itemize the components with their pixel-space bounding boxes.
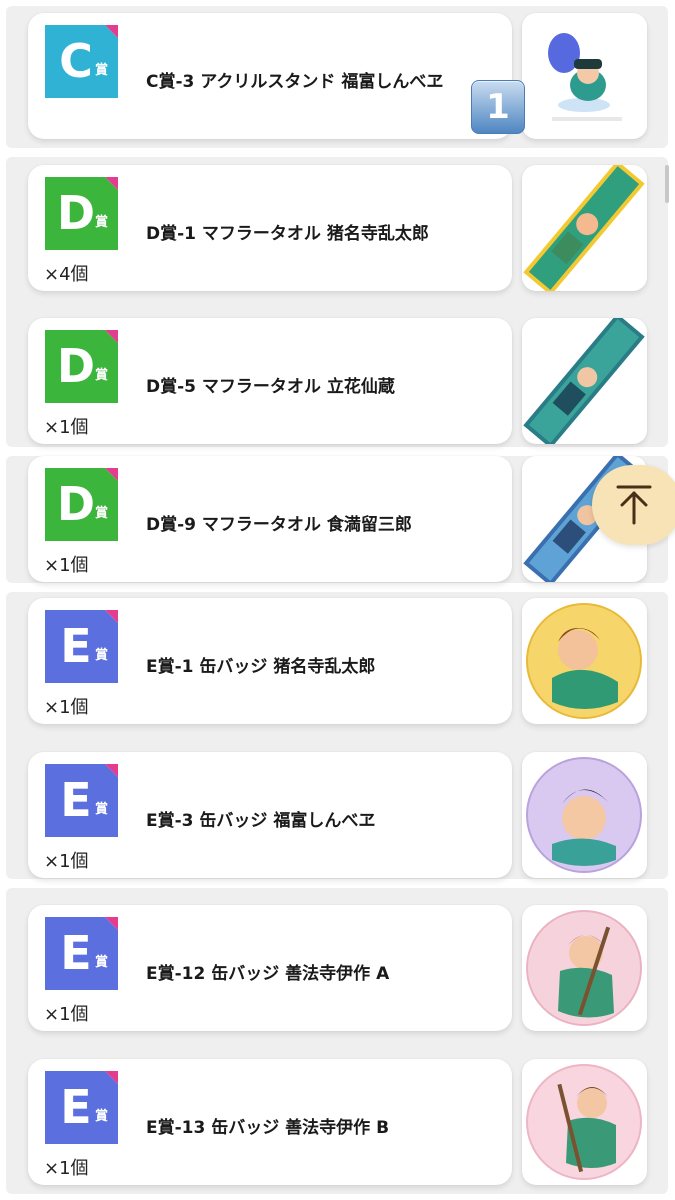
prize-item-card[interactable]: D 賞 D賞-5 マフラータオル 立花仙蔵 ×1個 xyxy=(28,318,512,444)
grade-d-badge-icon: D 賞 xyxy=(45,177,118,250)
prize-item-card[interactable]: D 賞 D賞-9 マフラータオル 食満留三郎 ×1個 xyxy=(28,456,512,582)
item-quantity: ×4個 xyxy=(44,264,89,285)
item-title: D賞-5 マフラータオル 立花仙蔵 xyxy=(146,377,395,397)
muffler-towel-image[interactable] xyxy=(522,318,647,444)
item-quantity: ×1個 xyxy=(44,417,89,438)
grade-e-badge-icon: E 賞 xyxy=(45,610,118,683)
item-quantity: ×1個 xyxy=(44,555,89,576)
number-one-marker-icon: 1 xyxy=(471,80,525,134)
item-quantity: ×1個 xyxy=(44,1004,89,1025)
arrow-up-to-top-icon xyxy=(616,485,652,525)
item-quantity: ×1個 xyxy=(44,851,89,872)
item-quantity: ×1個 xyxy=(44,1158,89,1179)
prize-item-card[interactable]: E 賞 E賞-3 缶バッジ 福富しんべヱ ×1個 xyxy=(28,752,512,878)
prize-item-card[interactable]: C 賞 C賞-3 アクリルスタンド 福富しんべヱ xyxy=(28,13,512,139)
item-title: E賞-12 缶バッジ 善法寺伊作 A xyxy=(146,964,390,984)
grade-d-badge-icon: D 賞 xyxy=(45,330,118,403)
prize-item-card[interactable]: E 賞 E賞-13 缶バッジ 善法寺伊作 B ×1個 xyxy=(28,1059,512,1185)
can-badge-image[interactable] xyxy=(522,1059,647,1185)
grade-c-badge-icon: C 賞 xyxy=(45,25,118,98)
prize-item-card[interactable]: E 賞 E賞-12 缶バッジ 善法寺伊作 A ×1個 xyxy=(28,905,512,1031)
can-badge-image[interactable] xyxy=(522,905,647,1031)
grade-d-badge-icon: D 賞 xyxy=(45,468,118,541)
scrollbar[interactable] xyxy=(665,165,669,203)
item-quantity: ×1個 xyxy=(44,697,89,718)
scroll-to-top-button[interactable] xyxy=(592,465,675,545)
item-title: E賞-3 缶バッジ 福富しんべヱ xyxy=(146,811,376,831)
item-title: C賞-3 アクリルスタンド 福富しんべヱ xyxy=(146,72,444,92)
can-badge-image[interactable] xyxy=(522,752,647,878)
item-title: D賞-1 マフラータオル 猪名寺乱太郎 xyxy=(146,224,429,244)
grade-e-badge-icon: E 賞 xyxy=(45,1071,118,1144)
grade-e-badge-icon: E 賞 xyxy=(45,917,118,990)
prize-item-card[interactable]: E 賞 E賞-1 缶バッジ 猪名寺乱太郎 ×1個 xyxy=(28,598,512,724)
prize-item-card[interactable]: D 賞 D賞-1 マフラータオル 猪名寺乱太郎 ×4個 xyxy=(28,165,512,291)
acrylic-stand-image[interactable] xyxy=(522,13,647,139)
item-title: E賞-1 缶バッジ 猪名寺乱太郎 xyxy=(146,657,376,677)
grade-e-badge-icon: E 賞 xyxy=(45,764,118,837)
item-title: D賞-9 マフラータオル 食満留三郎 xyxy=(146,515,412,535)
muffler-towel-image[interactable] xyxy=(522,165,647,291)
can-badge-image[interactable] xyxy=(522,598,647,724)
item-title: E賞-13 缶バッジ 善法寺伊作 B xyxy=(146,1118,390,1138)
